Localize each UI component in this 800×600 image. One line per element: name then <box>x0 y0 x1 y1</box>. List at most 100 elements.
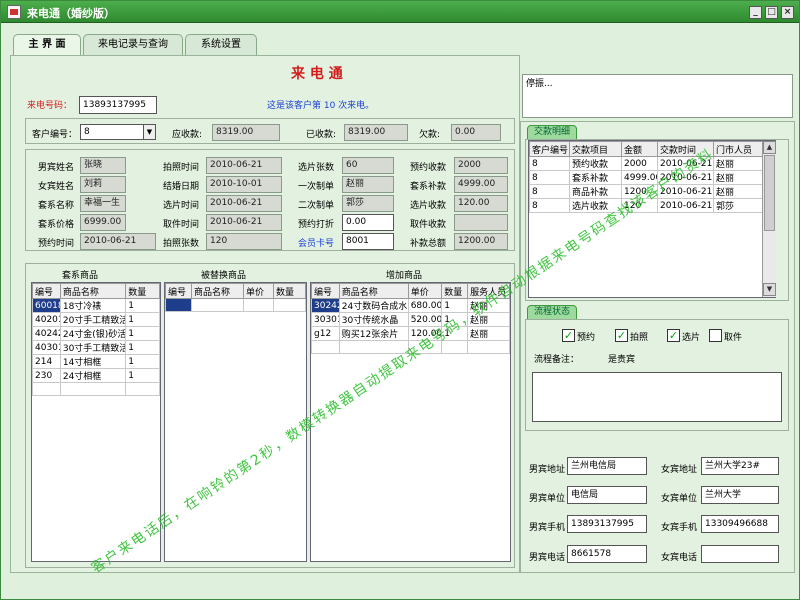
package-goods-title: 套系商品 <box>62 271 99 281</box>
customer-details-group: 男宾姓名 张晓 女宾姓名 刘莉 套系名称 幸福一生 套系价格 6999.00 预… <box>25 149 515 251</box>
column-header[interactable]: 编号 <box>311 283 340 299</box>
male-phone-field[interactable]: 8661578 <box>567 545 647 563</box>
table-cell: 230 <box>32 368 61 383</box>
scroll-down-icon[interactable]: ▼ <box>763 283 776 296</box>
column-header[interactable]: 商品名称 <box>59 283 127 299</box>
member-card-field[interactable]: 8001 <box>342 233 394 250</box>
discount-field[interactable]: 0.00 <box>342 214 394 231</box>
detail-value: 6999.00 <box>80 214 126 231</box>
table-cell: 40201 <box>32 312 61 327</box>
table-cell: 40242 <box>32 326 61 341</box>
female-phone-field[interactable] <box>701 545 779 563</box>
table-row[interactable]: 30242 24寸数码合成水 680.00 1 赵丽 <box>311 298 510 313</box>
column-header[interactable]: 交款项目 <box>569 141 622 157</box>
checkbox-pickup[interactable] <box>709 329 722 342</box>
detail-label: 女宾姓名 <box>38 182 75 192</box>
table-cell: 1 <box>441 298 469 313</box>
replaced-goods-table[interactable]: 编号 商品名称 单价 数量 <box>164 282 307 562</box>
male-mobile-field[interactable]: 13893137995 <box>567 515 647 533</box>
table-cell: 1 <box>125 354 160 369</box>
detail-label: 拍照时间 <box>163 163 200 173</box>
column-header[interactable]: 数量 <box>441 283 469 299</box>
table-row[interactable] <box>311 340 510 354</box>
checkbox-booking[interactable]: ✓ <box>562 329 575 342</box>
table-row[interactable]: 40301 30寸手工精致活 1 <box>32 340 160 355</box>
column-header[interactable]: 服务人员 <box>467 283 510 299</box>
column-header[interactable]: 单价 <box>407 283 443 299</box>
column-header[interactable]: 单价 <box>243 283 274 299</box>
scroll-up-icon[interactable]: ▲ <box>763 141 776 154</box>
table-row[interactable]: 60018 18寸冷裱 1 <box>32 298 160 313</box>
transactions-scrollbar[interactable]: ▲ ▼ <box>762 141 776 297</box>
table-row[interactable]: 8 套系补款 4999.00 2010-06-21 赵丽 <box>529 170 774 185</box>
transactions-table[interactable]: 客户编号 交款项目 金额 交款时间 门市人员 8 预约收款 2000 2010-… <box>528 140 776 298</box>
column-header[interactable]: 金额 <box>621 141 658 157</box>
caller-number-field[interactable]: 13893137995 <box>79 96 157 114</box>
maximize-button[interactable]: □ <box>765 6 778 19</box>
detail-value: 2010-10-01 <box>206 176 282 193</box>
check-label: 取件 <box>724 333 743 343</box>
table-row[interactable]: 8 选片收款 120 2010-06-21 郭莎 <box>529 198 774 213</box>
process-tab[interactable]: 流程状态 <box>527 305 578 320</box>
tab-call-records[interactable]: 来电记录与查询 <box>83 34 183 55</box>
table-cell: 赵丽 <box>467 298 510 313</box>
female-address-field[interactable]: 兰州大学23# <box>701 457 779 475</box>
checkbox-photo[interactable]: ✓ <box>615 329 628 342</box>
male-company-field[interactable]: 电信局 <box>567 486 647 504</box>
checkbox-select[interactable]: ✓ <box>667 329 680 342</box>
customer-id-label: 客户编号： <box>32 130 78 140</box>
column-header[interactable]: 商品名称 <box>191 283 244 299</box>
table-row[interactable]: g12 购买12张余片 120.00 1 赵丽 <box>311 326 510 341</box>
table-cell: 2010-06-21 <box>657 156 714 171</box>
call-count-note: 这是该客户第 10 次来电。 <box>267 101 375 111</box>
table-cell: 60018 <box>32 298 61 313</box>
table-row[interactable]: 30301 30寸传统水晶 520.00 1 赵丽 <box>311 312 510 327</box>
table-cell: 1 <box>441 326 469 341</box>
transactions-tab[interactable]: 交款明细 <box>527 125 578 140</box>
tab-settings[interactable]: 系统设置 <box>185 34 257 55</box>
column-header[interactable]: 客户编号 <box>529 141 570 157</box>
table-row[interactable]: 214 14寸相框 1 <box>32 354 160 369</box>
paid-amount: 8319.00 <box>344 124 408 141</box>
process-note-textarea[interactable] <box>532 372 782 422</box>
title-bar[interactable]: 来电通（婚纱版） _ □ × <box>1 1 799 23</box>
column-header[interactable]: 编号 <box>165 283 192 299</box>
table-cell: 1 <box>441 312 469 327</box>
minimize-button[interactable]: _ <box>749 6 762 19</box>
column-header[interactable]: 数量 <box>125 283 160 299</box>
table-row[interactable] <box>165 298 306 312</box>
detail-label: 预约时间 <box>38 239 75 249</box>
male-address-field[interactable]: 兰州电信局 <box>567 457 647 475</box>
table-cell: 预约收款 <box>569 156 622 171</box>
detail-label: 选片时间 <box>163 201 200 211</box>
scroll-thumb[interactable] <box>764 155 775 231</box>
table-row[interactable]: 40242 24寸金(银)砂活 1 <box>32 326 160 341</box>
column-header[interactable]: 交款时间 <box>657 141 714 157</box>
detail-label: 二次制单 <box>298 201 335 211</box>
column-header[interactable]: 编号 <box>32 283 61 299</box>
table-row[interactable]: 230 24寸相框 1 <box>32 368 160 383</box>
table-cell: 30寸手工精致活 <box>59 340 127 355</box>
window-title: 来电通（婚纱版） <box>27 7 115 20</box>
added-goods-table[interactable]: 编号 商品名称 单价 数量 服务人员 30242 24寸数码合成水 680.00… <box>310 282 511 562</box>
table-cell: 赵丽 <box>467 312 510 327</box>
table-row[interactable] <box>32 382 160 396</box>
table-cell: 30301 <box>311 312 340 327</box>
column-header[interactable]: 商品名称 <box>338 283 409 299</box>
table-row[interactable]: 8 预约收款 2000 2010-06-21 赵丽 <box>529 156 774 171</box>
table-row[interactable]: 8 商品补款 1200 2010-06-21 赵丽 <box>529 184 774 199</box>
female-mobile-field[interactable]: 13309496688 <box>701 515 779 533</box>
contact-label: 男宾电话 <box>529 553 566 563</box>
detail-value: 幸福一生 <box>80 195 126 212</box>
package-goods-table[interactable]: 编号 商品名称 数量 60018 18寸冷裱 1 40201 20寸手工精致活 … <box>31 282 161 562</box>
tab-main[interactable]: 主 界 面 <box>13 34 81 56</box>
female-company-field[interactable]: 兰州大学 <box>701 486 779 504</box>
table-cell: 1 <box>125 298 160 313</box>
check-label: 选片 <box>682 333 701 343</box>
column-header[interactable]: 数量 <box>273 283 306 299</box>
owe-label: 欠款: <box>419 130 441 140</box>
memo-field[interactable]: 停振... <box>522 74 793 118</box>
chevron-down-icon[interactable]: ▼ <box>143 125 155 139</box>
table-row[interactable]: 40201 20寸手工精致活 1 <box>32 312 160 327</box>
close-button[interactable]: × <box>781 6 794 19</box>
